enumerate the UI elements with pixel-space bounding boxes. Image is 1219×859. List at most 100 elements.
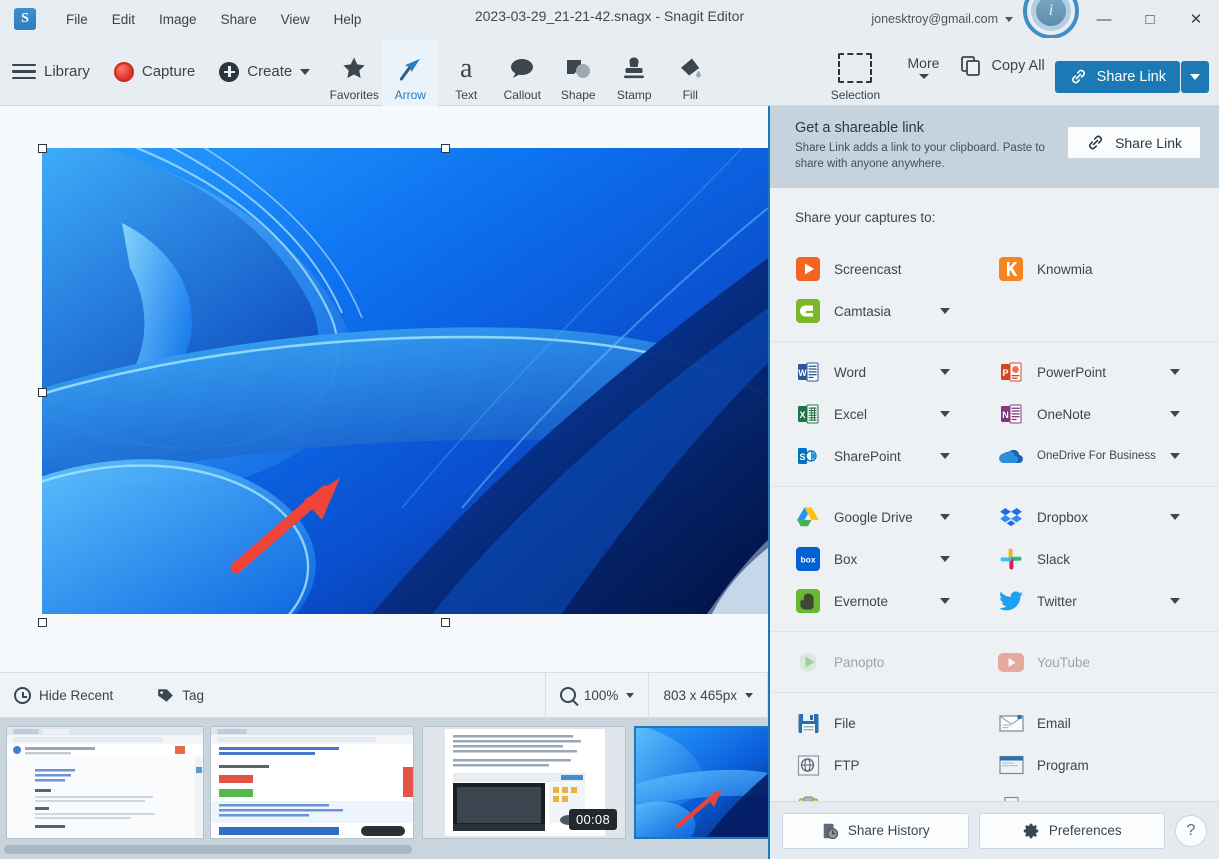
hide-recent-label: Hide Recent xyxy=(39,687,114,703)
tool-arrow[interactable]: Arrow xyxy=(382,39,439,106)
help-button[interactable]: ? xyxy=(1175,814,1207,847)
share-link-dropdown-button[interactable] xyxy=(1181,60,1209,93)
powerpoint-icon: P xyxy=(998,359,1024,385)
destination-label: Knowmia xyxy=(1037,261,1093,277)
resize-handle-middle-left[interactable] xyxy=(37,388,47,397)
copy-all-button[interactable]: Copy All xyxy=(953,40,1054,106)
history-icon xyxy=(823,823,839,839)
resize-handle-bottom-center[interactable] xyxy=(441,618,450,627)
chevron-down-icon[interactable] xyxy=(940,514,950,521)
menu-item-image[interactable]: Image xyxy=(147,6,209,33)
chevron-down-icon[interactable] xyxy=(940,411,950,418)
account-menu[interactable]: jonesktroy@gmail.com xyxy=(871,12,1013,26)
share-destination-ftp[interactable]: FTP xyxy=(770,744,982,786)
share-destination-word[interactable]: W Word xyxy=(770,351,982,393)
share-row: X Excel N OneNote xyxy=(770,393,1219,435)
share-destination-printer[interactable]: Printer xyxy=(982,786,1198,801)
thumbnail-item-1[interactable] xyxy=(6,726,204,839)
share-destination-knowmia[interactable]: Knowmia xyxy=(982,248,1198,290)
canvas-area[interactable] xyxy=(0,106,768,672)
capture-label: Capture xyxy=(141,63,196,80)
chevron-down-icon[interactable] xyxy=(940,598,950,605)
share-link-panel-button[interactable]: Share Link xyxy=(1067,126,1201,159)
destination-label: SharePoint xyxy=(834,448,901,464)
share-destination-email[interactable]: Email xyxy=(982,702,1198,744)
resize-handle-top-left[interactable] xyxy=(37,143,47,153)
thumbnail-item-3[interactable]: 00:08 xyxy=(422,726,626,839)
share-history-label: Share History xyxy=(847,823,930,838)
close-button[interactable]: ✕ xyxy=(1173,0,1219,38)
text-icon: a xyxy=(460,52,473,84)
share-destination-screencast[interactable]: Screencast xyxy=(770,248,982,290)
share-destination-twitter[interactable]: Twitter xyxy=(982,580,1198,622)
share-destination-dropbox[interactable]: Dropbox xyxy=(982,496,1198,538)
share-destination-evernote[interactable]: Evernote xyxy=(770,580,982,622)
capture-button[interactable]: Capture xyxy=(113,61,215,82)
resize-handle-bottom-left[interactable] xyxy=(37,618,47,627)
share-history-button[interactable]: Share History xyxy=(782,812,969,849)
tool-shape[interactable]: Shape xyxy=(550,40,606,106)
selection-tool[interactable]: Selection xyxy=(817,40,893,106)
share-destination-sharepoint[interactable]: S SharePoint xyxy=(770,435,982,477)
zoom-value: 100% xyxy=(583,687,619,703)
menu-item-help[interactable]: Help xyxy=(322,6,374,33)
destination-label: OneNote xyxy=(1037,406,1092,422)
chevron-down-icon[interactable] xyxy=(940,556,950,563)
minimize-button[interactable]: — xyxy=(1081,0,1127,38)
share-destination-excel[interactable]: X Excel xyxy=(770,393,982,435)
account-email-label: jonesktroy@gmail.com xyxy=(871,12,998,26)
tray-horizontal-scrollbar[interactable] xyxy=(4,845,412,854)
share-link-button[interactable]: Share Link xyxy=(1054,60,1180,93)
dimensions-control[interactable]: 803 x 465px xyxy=(649,672,767,718)
destination-label: Slack xyxy=(1037,551,1071,567)
chevron-down-icon[interactable] xyxy=(940,308,950,315)
share-destination-camtasia[interactable]: Camtasia xyxy=(770,290,982,332)
share-panel-footer: Share History Preferences ? xyxy=(770,801,1219,859)
share-destination-youtube[interactable]: YouTube xyxy=(982,641,1198,683)
chevron-down-icon[interactable] xyxy=(1170,598,1180,605)
chevron-down-icon[interactable] xyxy=(1170,514,1180,521)
menu-item-share[interactable]: Share xyxy=(209,6,269,33)
library-button[interactable]: Library xyxy=(0,63,110,80)
capture-image-selection[interactable] xyxy=(37,143,768,627)
recent-captures-tray[interactable]: 00:08 xyxy=(0,718,768,859)
tag-button[interactable]: Tag xyxy=(143,672,218,718)
program-icon xyxy=(998,752,1024,778)
share-destination-clipboard[interactable]: Clipboard xyxy=(770,786,982,801)
preferences-button[interactable]: Preferences xyxy=(978,812,1165,849)
chevron-down-icon[interactable] xyxy=(1170,411,1180,418)
maximize-button[interactable]: □ xyxy=(1127,0,1173,38)
share-destination-onedrive-for-business[interactable]: OneDrive For Business xyxy=(982,435,1198,477)
create-button[interactable]: Create xyxy=(219,61,311,82)
share-destination-file[interactable]: File xyxy=(770,702,982,744)
share-destination-onenote[interactable]: N OneNote xyxy=(982,393,1198,435)
share-destination-program[interactable]: Program xyxy=(982,744,1198,786)
tool-callout[interactable]: Callout xyxy=(494,40,550,106)
menu-item-edit[interactable]: Edit xyxy=(100,6,147,33)
tool-fill[interactable]: Fill xyxy=(662,40,718,106)
annotation-tools: Favorites Arrow a Text Callout Shape Sta… xyxy=(326,38,718,106)
share-destination-slack[interactable]: Slack xyxy=(982,538,1198,580)
tool-favorites[interactable]: Favorites xyxy=(326,40,382,106)
menu-item-view[interactable]: View xyxy=(269,6,322,33)
share-destination-powerpoint[interactable]: P PowerPoint xyxy=(982,351,1198,393)
share-destination-panopto[interactable]: Panopto xyxy=(770,641,982,683)
thumbnail-item-2[interactable] xyxy=(210,726,414,839)
tool-text[interactable]: a Text xyxy=(438,40,494,106)
more-button[interactable]: More xyxy=(893,40,953,106)
tool-stamp[interactable]: Stamp xyxy=(606,40,662,106)
chevron-down-icon[interactable] xyxy=(940,453,950,460)
thumbnail-item-4[interactable] xyxy=(634,726,768,839)
share-destination-box[interactable]: box Box xyxy=(770,538,982,580)
resize-handle-top-center[interactable] xyxy=(441,143,450,153)
link-icon xyxy=(1089,135,1102,150)
chevron-down-icon[interactable] xyxy=(1170,369,1180,376)
fill-icon xyxy=(676,52,704,86)
word-icon: W xyxy=(795,359,821,385)
chevron-down-icon[interactable] xyxy=(940,369,950,376)
share-destination-google-drive[interactable]: Google Drive xyxy=(770,496,982,538)
menu-item-file[interactable]: File xyxy=(54,6,100,33)
hide-recent-button[interactable]: Hide Recent xyxy=(0,672,127,718)
chevron-down-icon[interactable] xyxy=(1170,453,1180,460)
zoom-control[interactable]: 100% xyxy=(546,672,649,718)
